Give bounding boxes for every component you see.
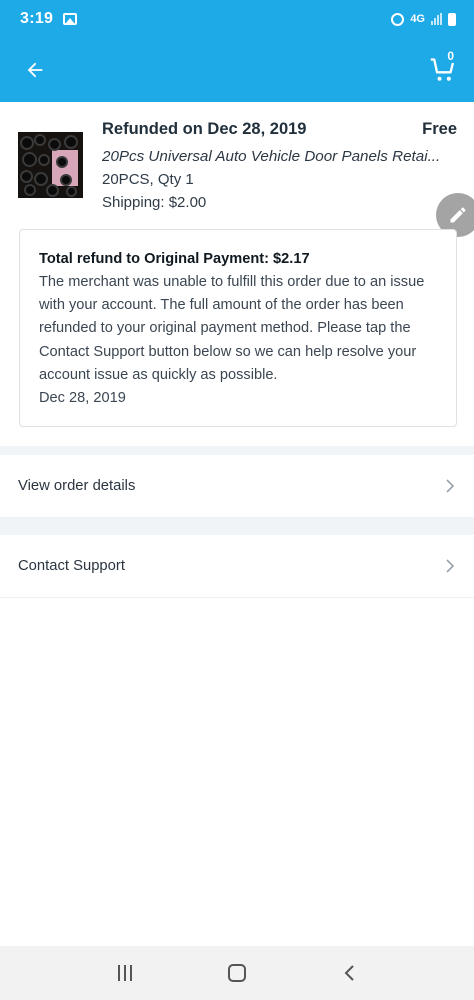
refund-date: Dec 28, 2019 — [39, 390, 126, 407]
refund-title: Total refund to Original Payment: $2.17 — [39, 251, 310, 267]
system-nav-bar — [0, 946, 474, 1000]
back-button[interactable] — [18, 53, 52, 87]
product-name[interactable]: 20Pcs Universal Auto Vehicle Door Panels… — [102, 148, 457, 165]
product-variant: 20PCS, Qty 1 — [102, 171, 194, 188]
section-divider — [0, 446, 474, 455]
battery-icon — [448, 12, 456, 26]
chevron-right-icon — [446, 559, 455, 573]
section-divider — [0, 518, 474, 535]
refund-info-card: Total refund to Original Payment: $2.17 … — [19, 229, 457, 427]
app-bar: 0 — [0, 38, 474, 102]
home-button[interactable] — [228, 964, 246, 982]
cart-button[interactable]: 0 — [426, 49, 460, 87]
refund-message: The merchant was unable to fulfill this … — [39, 274, 425, 383]
order-price: Free — [422, 120, 457, 138]
alarm-icon — [391, 12, 405, 26]
chevron-right-icon — [446, 479, 455, 493]
product-thumbnail[interactable] — [18, 132, 83, 198]
view-order-details-label: View order details — [18, 478, 136, 494]
status-time: 3:19 — [20, 10, 54, 27]
contact-support-row[interactable]: Contact Support — [0, 535, 474, 598]
status-bar: 3:19 4G — [0, 0, 474, 38]
cart-count-badge: 0 — [447, 49, 454, 63]
order-status: Refunded on Dec 28, 2019 — [102, 120, 307, 138]
image-notification-icon — [63, 13, 78, 25]
view-order-details-row[interactable]: View order details — [0, 455, 474, 518]
pencil-icon — [450, 207, 466, 223]
order-status-line: Refunded on Dec 28, 2019 Free — [102, 120, 457, 139]
shipping-cost: Shipping: $2.00 — [102, 194, 207, 211]
status-icons: 4G — [391, 12, 456, 26]
signal-icon — [431, 13, 442, 25]
system-back-button[interactable] — [342, 964, 356, 982]
recent-apps-button[interactable] — [118, 965, 132, 981]
contact-support-label: Contact Support — [18, 558, 125, 574]
network-type: 4G — [410, 13, 425, 25]
arrow-left-icon — [27, 62, 43, 78]
